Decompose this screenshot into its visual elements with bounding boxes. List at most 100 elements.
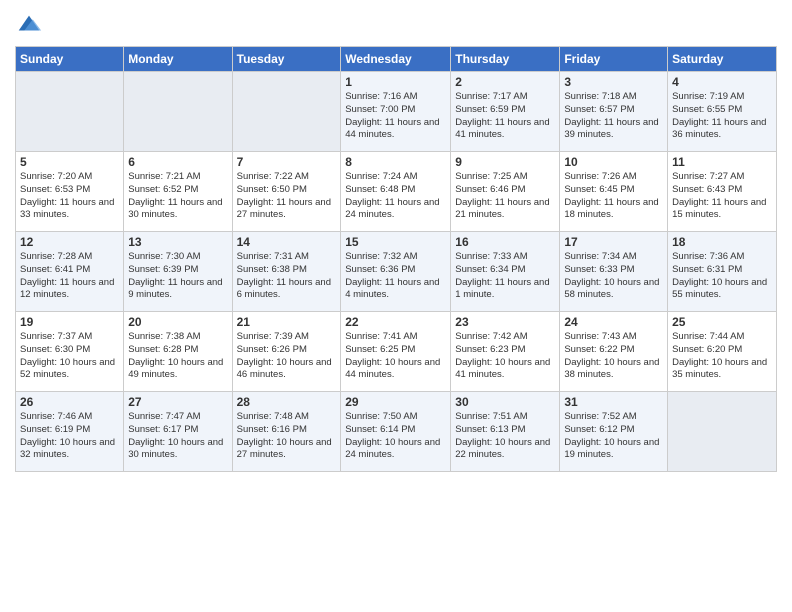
- day-number: 26: [20, 395, 119, 409]
- calendar-day: 31 Sunrise: 7:52 AM Sunset: 6:12 PM Dayli…: [560, 392, 668, 472]
- day-info: Sunrise: 7:17 AM Sunset: 6:59 PM Dayligh…: [455, 91, 555, 142]
- calendar-day: 15 Sunrise: 7:32 AM Sunset: 6:36 PM Dayli…: [341, 232, 451, 312]
- logo-icon: [15, 10, 43, 38]
- calendar-day: 18 Sunrise: 7:36 AM Sunset: 6:31 PM Dayli…: [668, 232, 777, 312]
- calendar-day: 9 Sunrise: 7:25 AM Sunset: 6:46 PM Daylig…: [451, 152, 560, 232]
- calendar-day: 6 Sunrise: 7:21 AM Sunset: 6:52 PM Daylig…: [124, 152, 232, 232]
- calendar-day: 2 Sunrise: 7:17 AM Sunset: 6:59 PM Daylig…: [451, 72, 560, 152]
- day-info: Sunrise: 7:39 AM Sunset: 6:26 PM Dayligh…: [237, 331, 337, 382]
- calendar-day: 11 Sunrise: 7:27 AM Sunset: 6:43 PM Dayli…: [668, 152, 777, 232]
- day-info: Sunrise: 7:30 AM Sunset: 6:39 PM Dayligh…: [128, 251, 227, 302]
- calendar-day: 3 Sunrise: 7:18 AM Sunset: 6:57 PM Daylig…: [560, 72, 668, 152]
- logo: [15, 10, 47, 38]
- day-number: 27: [128, 395, 227, 409]
- day-number: 16: [455, 235, 555, 249]
- calendar-day: 23Sunrise: 7:42 AM Sunset: 6:23 PM Dayli…: [451, 312, 560, 392]
- day-number: 5: [20, 155, 119, 169]
- col-header-saturday: Saturday: [668, 47, 777, 72]
- day-info: Sunrise: 7:44 AM Sunset: 6:20 PM Dayligh…: [672, 331, 772, 382]
- calendar-week-row: 5 Sunrise: 7:20 AM Sunset: 6:53 PM Daylig…: [16, 152, 777, 232]
- day-number: 30: [455, 395, 555, 409]
- day-info: Sunrise: 7:32 AM Sunset: 6:36 PM Dayligh…: [345, 251, 446, 302]
- calendar-day: 14Sunrise: 7:31 AM Sunset: 6:38 PM Dayli…: [232, 232, 341, 312]
- day-number: 31: [564, 395, 663, 409]
- day-number: 22: [345, 315, 446, 329]
- calendar-week-row: 26 Sunrise: 7:46 AM Sunset: 6:19 PM Dayli…: [16, 392, 777, 472]
- calendar-day: [232, 72, 341, 152]
- calendar-table: SundayMondayTuesdayWednesdayThursdayFrid…: [15, 46, 777, 472]
- day-number: 3: [564, 75, 663, 89]
- day-number: 24: [564, 315, 663, 329]
- calendar-day: 22 Sunrise: 7:41 AM Sunset: 6:25 PM Dayli…: [341, 312, 451, 392]
- calendar-week-row: 1Sunrise: 7:16 AM Sunset: 7:00 PM Daylig…: [16, 72, 777, 152]
- day-number: 19: [20, 315, 119, 329]
- day-number: 11: [672, 155, 772, 169]
- day-info: Sunrise: 7:31 AM Sunset: 6:38 PM Dayligh…: [237, 251, 337, 302]
- day-number: 23: [455, 315, 555, 329]
- day-number: 18: [672, 235, 772, 249]
- calendar-day: [124, 72, 232, 152]
- day-info: Sunrise: 7:22 AM Sunset: 6:50 PM Dayligh…: [237, 171, 337, 222]
- day-number: 6: [128, 155, 227, 169]
- day-number: 17: [564, 235, 663, 249]
- day-info: Sunrise: 7:37 AM Sunset: 6:30 PM Dayligh…: [20, 331, 119, 382]
- day-info: Sunrise: 7:20 AM Sunset: 6:53 PM Dayligh…: [20, 171, 119, 222]
- day-number: 12: [20, 235, 119, 249]
- day-number: 9: [455, 155, 555, 169]
- calendar-day: 4Sunrise: 7:19 AM Sunset: 6:55 PM Daylig…: [668, 72, 777, 152]
- day-number: 13: [128, 235, 227, 249]
- calendar-day: 12 Sunrise: 7:28 AM Sunset: 6:41 PM Dayli…: [16, 232, 124, 312]
- day-number: 29: [345, 395, 446, 409]
- day-info: Sunrise: 7:18 AM Sunset: 6:57 PM Dayligh…: [564, 91, 663, 142]
- col-header-sunday: Sunday: [16, 47, 124, 72]
- day-number: 10: [564, 155, 663, 169]
- calendar-day: 13 Sunrise: 7:30 AM Sunset: 6:39 PM Dayli…: [124, 232, 232, 312]
- day-number: 25: [672, 315, 772, 329]
- day-info: Sunrise: 7:48 AM Sunset: 6:16 PM Dayligh…: [237, 411, 337, 462]
- calendar-day: 30 Sunrise: 7:51 AM Sunset: 6:13 PM Dayli…: [451, 392, 560, 472]
- day-info: Sunrise: 7:21 AM Sunset: 6:52 PM Dayligh…: [128, 171, 227, 222]
- calendar-day: 21Sunrise: 7:39 AM Sunset: 6:26 PM Dayli…: [232, 312, 341, 392]
- calendar-day: 25 Sunrise: 7:44 AM Sunset: 6:20 PM Dayli…: [668, 312, 777, 392]
- calendar-day: 19 Sunrise: 7:37 AM Sunset: 6:30 PM Dayli…: [16, 312, 124, 392]
- day-number: 8: [345, 155, 446, 169]
- day-number: 28: [237, 395, 337, 409]
- day-info: Sunrise: 7:24 AM Sunset: 6:48 PM Dayligh…: [345, 171, 446, 222]
- day-info: Sunrise: 7:43 AM Sunset: 6:22 PM Dayligh…: [564, 331, 663, 382]
- calendar-day: 7Sunrise: 7:22 AM Sunset: 6:50 PM Daylig…: [232, 152, 341, 232]
- calendar-day: 17 Sunrise: 7:34 AM Sunset: 6:33 PM Dayli…: [560, 232, 668, 312]
- day-info: Sunrise: 7:52 AM Sunset: 6:12 PM Dayligh…: [564, 411, 663, 462]
- calendar-day: [16, 72, 124, 152]
- calendar-day: 24 Sunrise: 7:43 AM Sunset: 6:22 PM Dayli…: [560, 312, 668, 392]
- col-header-friday: Friday: [560, 47, 668, 72]
- col-header-tuesday: Tuesday: [232, 47, 341, 72]
- day-info: Sunrise: 7:34 AM Sunset: 6:33 PM Dayligh…: [564, 251, 663, 302]
- calendar-week-row: 12 Sunrise: 7:28 AM Sunset: 6:41 PM Dayli…: [16, 232, 777, 312]
- day-number: 20: [128, 315, 227, 329]
- day-info: Sunrise: 7:19 AM Sunset: 6:55 PM Dayligh…: [672, 91, 772, 142]
- day-info: Sunrise: 7:38 AM Sunset: 6:28 PM Dayligh…: [128, 331, 227, 382]
- calendar-day: 8 Sunrise: 7:24 AM Sunset: 6:48 PM Daylig…: [341, 152, 451, 232]
- day-info: Sunrise: 7:27 AM Sunset: 6:43 PM Dayligh…: [672, 171, 772, 222]
- day-info: Sunrise: 7:28 AM Sunset: 6:41 PM Dayligh…: [20, 251, 119, 302]
- col-header-monday: Monday: [124, 47, 232, 72]
- day-info: Sunrise: 7:36 AM Sunset: 6:31 PM Dayligh…: [672, 251, 772, 302]
- day-info: Sunrise: 7:26 AM Sunset: 6:45 PM Dayligh…: [564, 171, 663, 222]
- day-info: Sunrise: 7:51 AM Sunset: 6:13 PM Dayligh…: [455, 411, 555, 462]
- header: [15, 10, 777, 38]
- day-info: Sunrise: 7:41 AM Sunset: 6:25 PM Dayligh…: [345, 331, 446, 382]
- day-info: Sunrise: 7:47 AM Sunset: 6:17 PM Dayligh…: [128, 411, 227, 462]
- calendar-day: 5 Sunrise: 7:20 AM Sunset: 6:53 PM Daylig…: [16, 152, 124, 232]
- calendar-week-row: 19 Sunrise: 7:37 AM Sunset: 6:30 PM Dayli…: [16, 312, 777, 392]
- day-number: 2: [455, 75, 555, 89]
- calendar-day: 10 Sunrise: 7:26 AM Sunset: 6:45 PM Dayli…: [560, 152, 668, 232]
- calendar-day: 20 Sunrise: 7:38 AM Sunset: 6:28 PM Dayli…: [124, 312, 232, 392]
- day-info: Sunrise: 7:46 AM Sunset: 6:19 PM Dayligh…: [20, 411, 119, 462]
- calendar-day: 28 Sunrise: 7:48 AM Sunset: 6:16 PM Dayli…: [232, 392, 341, 472]
- calendar-day: 27 Sunrise: 7:47 AM Sunset: 6:17 PM Dayli…: [124, 392, 232, 472]
- calendar-header-row: SundayMondayTuesdayWednesdayThursdayFrid…: [16, 47, 777, 72]
- col-header-wednesday: Wednesday: [341, 47, 451, 72]
- col-header-thursday: Thursday: [451, 47, 560, 72]
- day-info: Sunrise: 7:25 AM Sunset: 6:46 PM Dayligh…: [455, 171, 555, 222]
- day-number: 15: [345, 235, 446, 249]
